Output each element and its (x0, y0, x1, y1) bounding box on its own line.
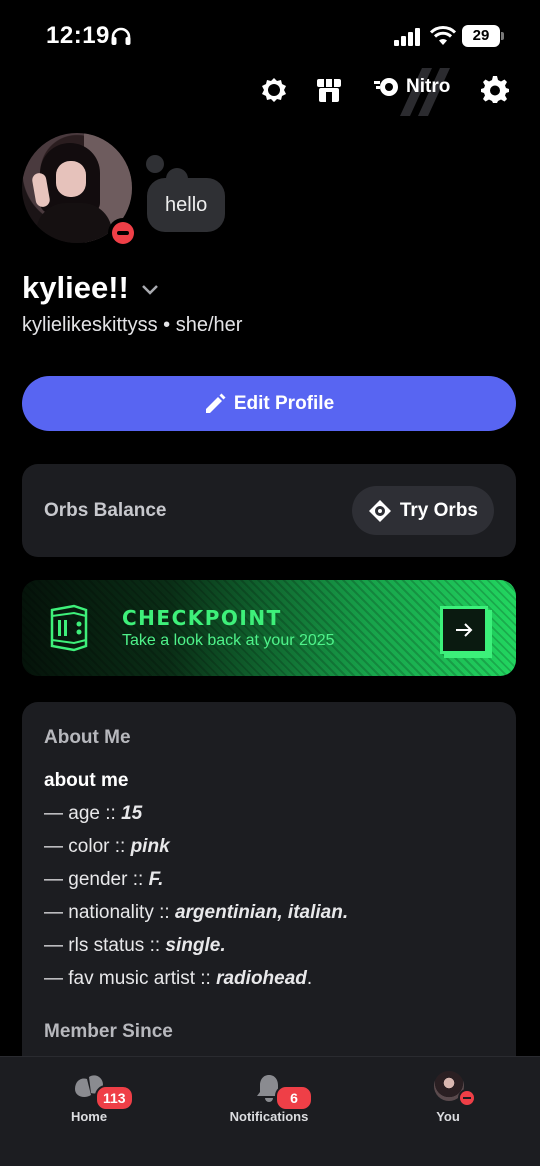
pronouns: she/her (175, 314, 243, 336)
arrow-right-icon (456, 623, 473, 637)
pencil-icon (205, 393, 226, 413)
notifications-badge: 6 (275, 1085, 313, 1111)
checkpoint-subtitle: Take a look back at your 2025 (122, 632, 335, 649)
member-since-label: Member Since (44, 1021, 173, 1042)
edit-profile-button[interactable]: Edit Profile (22, 376, 516, 431)
tab-you-label: You (436, 1109, 460, 1124)
try-orbs-button[interactable]: Try Orbs (351, 486, 494, 535)
nitro-label: Nitro (406, 76, 451, 97)
profile-header-actions: Nitro (0, 68, 540, 116)
tab-you[interactable]: You (388, 1071, 508, 1124)
clock: 12:19 (46, 22, 110, 49)
tab-notifications[interactable]: 6 Notifications (209, 1071, 329, 1124)
about-line: — rls status :: single. (44, 935, 226, 956)
about-line: — color :: pink (44, 836, 170, 857)
username: kylielikeskittyss (22, 314, 158, 336)
headphones-icon (111, 27, 131, 45)
try-orbs-label: Try Orbs (399, 499, 478, 521)
nitro-button[interactable]: Nitro (374, 76, 450, 98)
dnd-status-icon (458, 1089, 476, 1107)
nitro-icon (374, 78, 398, 96)
custom-status-bubble[interactable]: hello (147, 178, 226, 232)
about-line: — age :: 15 (44, 803, 143, 824)
display-name-row[interactable]: kyliee!! (22, 270, 159, 306)
orbs-balance-label: Orbs Balance (44, 500, 167, 521)
checkpoint-arrow-button[interactable] (440, 606, 488, 654)
battery-level: 29 (462, 25, 500, 47)
about-line: — nationality :: argentinian, italian. (44, 902, 349, 923)
chevron-down-icon[interactable] (141, 284, 159, 296)
checkpoint-banner[interactable]: CHECKPOINT Take a look back at your 2025 (22, 580, 516, 676)
cell-signal-icon (394, 28, 420, 46)
status-bar: 12:19 29 (0, 0, 540, 72)
display-name: kyliee!! (22, 270, 129, 305)
battery-icon: 29 (462, 25, 504, 47)
about-me-title: About Me (44, 727, 131, 748)
home-badge: 113 (95, 1085, 134, 1111)
shop-icon[interactable] (316, 76, 342, 104)
about-line: — fav music artist :: radiohead. (44, 968, 313, 989)
checkpoint-title: CHECKPOINT (122, 606, 282, 630)
tab-home[interactable]: 113 Home (29, 1071, 149, 1124)
orbs-balance-card: Orbs Balance Try Orbs (22, 464, 516, 557)
about-heading: about me (44, 770, 129, 791)
tab-home-label: Home (70, 1109, 108, 1124)
username-row: kylielikeskittyss • she/her (22, 314, 242, 337)
wifi-icon (430, 26, 456, 45)
about-me-text: about me — age :: 15 — color :: pink — g… (44, 764, 348, 995)
status-bubble-dot (146, 155, 164, 173)
settings-gear-icon[interactable] (481, 76, 509, 104)
about-line: — gender :: F. (44, 869, 164, 890)
tab-notifications-label: Notifications (229, 1109, 309, 1124)
arcade-machine-icon (50, 604, 88, 652)
edit-profile-label: Edit Profile (233, 392, 335, 414)
bottom-tab-bar: 113 Home 6 Notifications You (0, 1056, 540, 1166)
orb-icon (368, 499, 391, 522)
separator-dot: • (163, 314, 171, 336)
badge-icon[interactable] (260, 76, 288, 104)
dnd-status-icon (108, 218, 138, 248)
